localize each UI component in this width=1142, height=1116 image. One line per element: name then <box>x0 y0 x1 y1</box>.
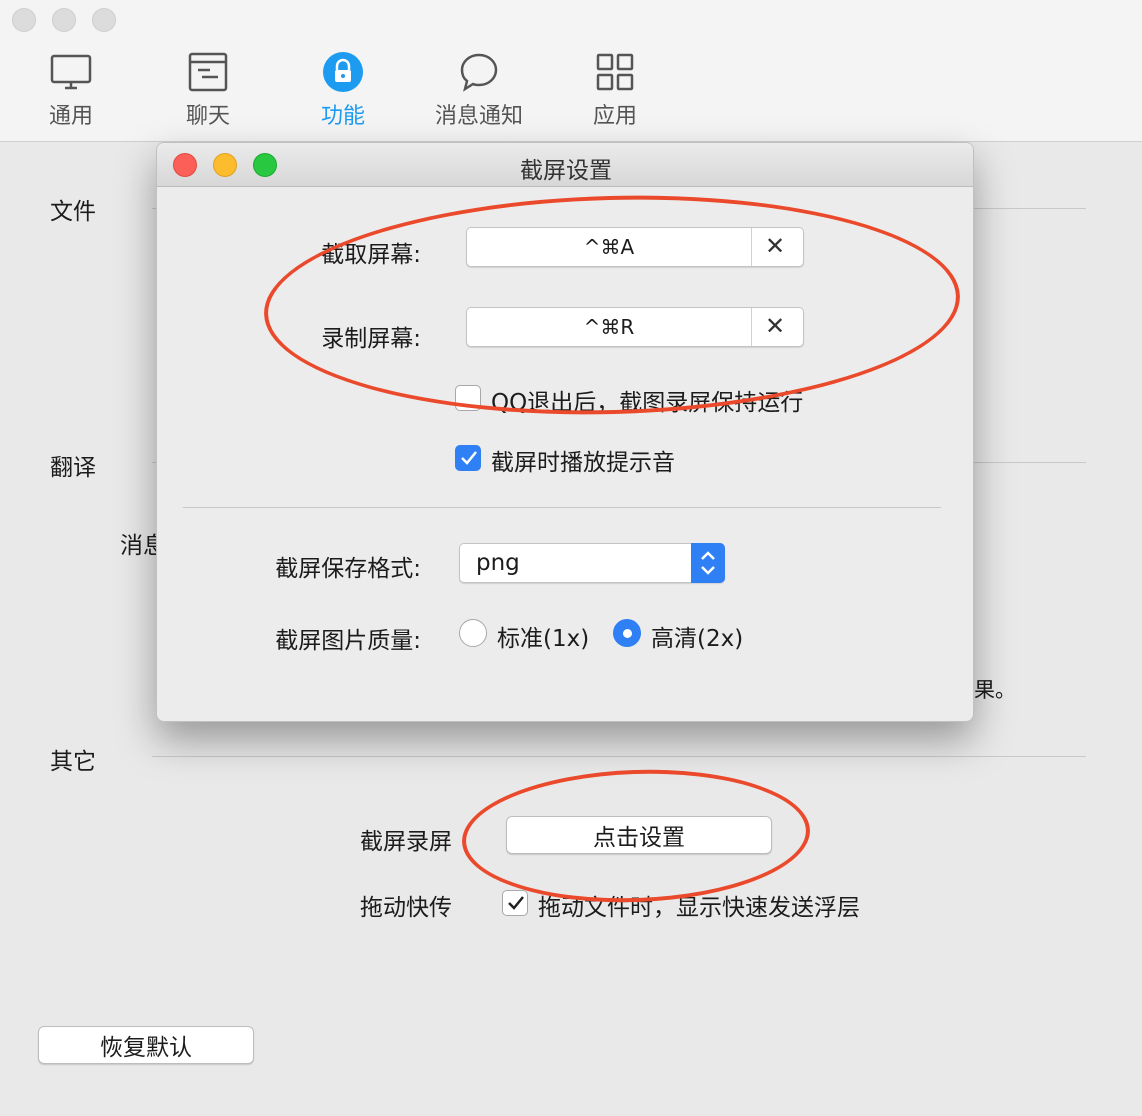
record-screen-label: 录制屏幕: <box>321 326 421 352</box>
tab-chat-label: 聊天 <box>185 104 230 129</box>
capture-screen-label: 截取屏幕: <box>321 242 421 268</box>
play-sound-label: 截屏时播放提示音 <box>491 450 675 476</box>
record-screen-shortcut-value: ^⌘R <box>583 315 635 339</box>
screenshot-settings-dialog: 截屏设置 截取屏幕: ^⌘A ✕ 录制屏幕: ^⌘R ✕ QQ退出后，截图录屏保… <box>156 142 974 722</box>
main-toolbar: 通用 聊天 功能 消息通知 应用 <box>0 0 1142 142</box>
tab-features-label: 功能 <box>320 104 365 129</box>
drag-row-label: 拖动快传 <box>360 895 452 921</box>
window-minimize-button-inactive[interactable] <box>52 8 76 32</box>
window-zoom-button-inactive[interactable] <box>92 8 116 32</box>
clear-capture-shortcut-icon[interactable]: ✕ <box>765 232 785 260</box>
speech-bubble-icon <box>460 53 498 92</box>
dialog-titlebar: 截屏设置 <box>157 143 973 187</box>
tab-general[interactable]: 通用 <box>16 50 126 130</box>
drag-quick-send-label: 拖动文件时，显示快速发送浮层 <box>538 895 860 921</box>
shortcut-separator <box>751 308 752 346</box>
record-screen-shortcut-field[interactable]: ^⌘R ✕ <box>466 307 804 347</box>
grid-icon <box>596 53 634 91</box>
checkmark-icon <box>461 451 477 465</box>
dialog-title: 截屏设置 <box>520 158 612 184</box>
capture-screen-shortcut-value: ^⌘A <box>583 235 635 259</box>
partial-description-text: 果。 <box>974 678 1016 702</box>
play-sound-checkbox[interactable] <box>455 445 481 471</box>
save-format-label: 截屏保存格式: <box>275 556 421 582</box>
section-file-title: 文件 <box>50 199 96 225</box>
select-arrows-icon <box>691 543 725 583</box>
section-other-title: 其它 <box>50 749 96 775</box>
dialog-divider <box>183 507 941 508</box>
screenshot-row-label: 截屏录屏 <box>360 829 452 855</box>
capture-screen-shortcut-field[interactable]: ^⌘A ✕ <box>466 227 804 267</box>
quality-hd-label: 高清(2x) <box>651 626 744 652</box>
quality-standard-label: 标准(1x) <box>497 626 590 652</box>
section-translate-title: 翻译 <box>50 455 96 481</box>
tab-general-label: 通用 <box>48 104 93 129</box>
monitor-icon <box>50 54 92 90</box>
drag-quick-send-checkbox[interactable] <box>502 890 528 916</box>
tab-notifications[interactable]: 消息通知 <box>424 50 534 130</box>
quality-label: 截屏图片质量: <box>275 628 421 654</box>
radio-dot-icon <box>623 629 632 638</box>
tab-apps-label: 应用 <box>592 104 637 129</box>
keep-running-label: QQ退出后，截图录屏保持运行 <box>491 390 804 416</box>
quality-hd-radio[interactable] <box>613 619 641 647</box>
tab-notifications-label: 消息通知 <box>434 104 523 129</box>
window-close-button-inactive[interactable] <box>12 8 36 32</box>
open-screenshot-settings-button[interactable]: 点击设置 <box>506 816 772 854</box>
save-format-value: png <box>476 550 520 576</box>
checkmark-icon <box>508 896 524 910</box>
quality-standard-radio[interactable] <box>459 619 487 647</box>
shortcut-separator <box>751 228 752 266</box>
chat-window-icon <box>188 52 228 92</box>
save-format-select[interactable]: png <box>459 543 725 583</box>
keep-running-checkbox[interactable] <box>455 385 481 411</box>
lock-circle-icon <box>323 52 363 92</box>
clear-record-shortcut-icon[interactable]: ✕ <box>765 312 785 340</box>
tab-features[interactable]: 功能 <box>288 50 398 130</box>
section-other-divider <box>152 756 1086 757</box>
tab-chat[interactable]: 聊天 <box>153 50 263 130</box>
tab-apps[interactable]: 应用 <box>560 50 670 130</box>
restore-defaults-button[interactable]: 恢复默认 <box>38 1026 254 1064</box>
